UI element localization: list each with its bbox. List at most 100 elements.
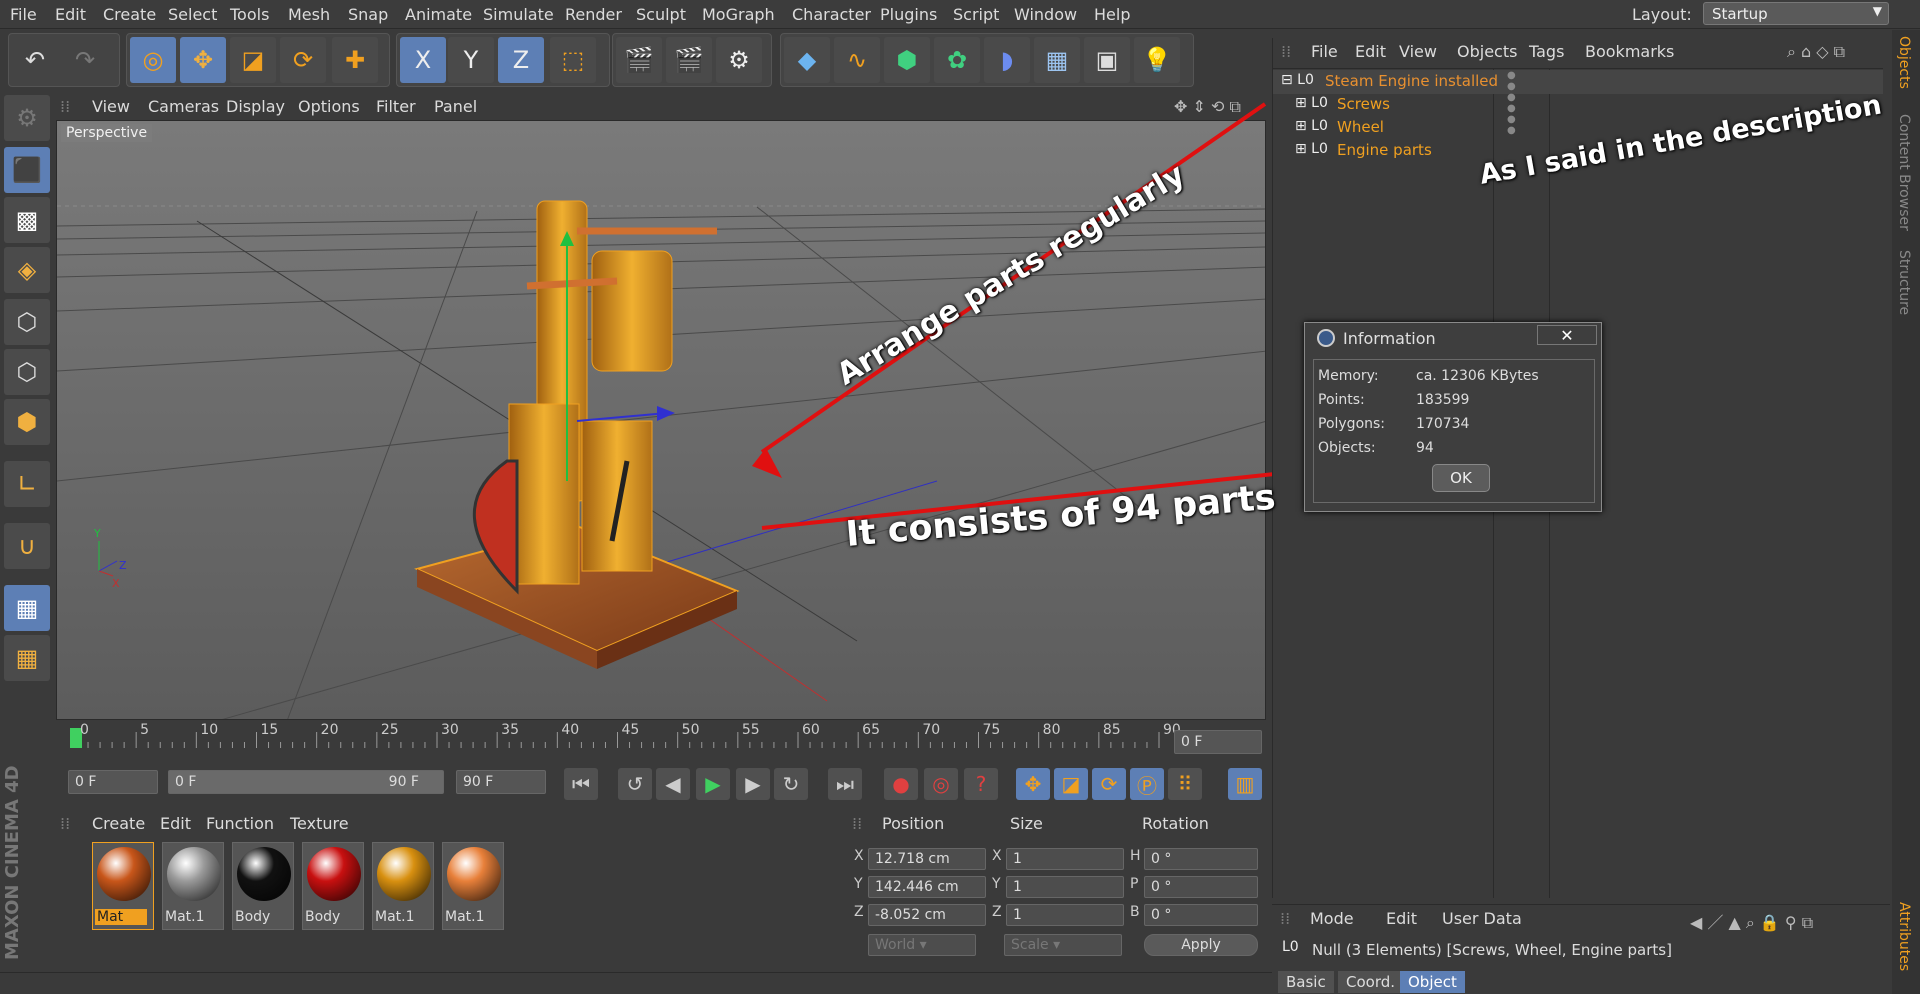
material-menu-texture[interactable]: Texture: [290, 814, 349, 833]
tab-coord[interactable]: Coord.: [1338, 971, 1404, 993]
material-menu-function[interactable]: Function: [206, 814, 274, 833]
size-field[interactable]: 1: [1006, 904, 1124, 926]
edges-mode-icon[interactable]: ⬡: [4, 349, 50, 395]
menu-file[interactable]: File: [10, 5, 37, 24]
object-menu-view[interactable]: View: [1399, 42, 1437, 61]
end-frame-field[interactable]: 90 F: [456, 770, 546, 794]
autokey-icon[interactable]: ◎: [924, 768, 958, 800]
menu-simulate[interactable]: Simulate: [483, 5, 554, 24]
model-mode-icon[interactable]: ⬛: [4, 147, 50, 193]
x-axis-lock-button[interactable]: X: [400, 37, 446, 83]
previous-frame-icon[interactable]: ◀: [656, 768, 690, 800]
close-button[interactable]: ✕: [1537, 325, 1597, 345]
go-to-next-key-icon[interactable]: ↻: [774, 768, 808, 800]
workplane-lock-icon[interactable]: ▦: [4, 585, 50, 631]
help-icon[interactable]: ?: [964, 768, 998, 800]
rotate-icon[interactable]: ⟳: [280, 37, 326, 83]
add-transform-icon[interactable]: ✚: [332, 37, 378, 83]
viewport-menu-panel[interactable]: Panel: [434, 97, 477, 116]
size-field[interactable]: 1: [1006, 876, 1124, 898]
expand-icon[interactable]: ⊞ L0: [1295, 141, 1328, 157]
visibility-dots[interactable]: ● ● ● ● ● ●: [1507, 70, 1516, 136]
layout-select[interactable]: Startup ▼: [1703, 2, 1889, 25]
attribute-menu-edit[interactable]: Edit: [1386, 909, 1417, 928]
menu-script[interactable]: Script: [953, 5, 999, 24]
go-to-end-icon[interactable]: ⏭: [828, 768, 862, 800]
menu-render[interactable]: Render: [565, 5, 622, 24]
coord-system-select[interactable]: World ▾: [868, 934, 976, 956]
key-position-icon[interactable]: ✥: [1016, 768, 1050, 800]
workplane-mode-icon[interactable]: ◈: [4, 247, 50, 293]
snap-icon[interactable]: ∪: [4, 523, 50, 569]
material-swatch[interactable]: Mat.1: [442, 842, 504, 930]
object-menu-tags[interactable]: Tags: [1529, 42, 1564, 61]
menu-snap[interactable]: Snap: [348, 5, 388, 24]
object-wheel[interactable]: Wheel: [1337, 118, 1384, 136]
attribute-menu-mode[interactable]: Mode: [1310, 909, 1354, 928]
side-tab-content-browser[interactable]: Content Browser: [1896, 114, 1912, 231]
size-field[interactable]: 1: [1006, 848, 1124, 870]
side-tab-objects[interactable]: Objects: [1896, 36, 1912, 89]
move-icon[interactable]: ✥: [180, 37, 226, 83]
object-menu-objects[interactable]: Objects: [1457, 42, 1517, 61]
timeline[interactable]: 0 5 10 15 20 25 30 35 40 45 50 55 60 65 70 75 80 85 90 0 F: [56, 722, 1266, 760]
viewport-nav-icons[interactable]: ✥ ⇕ ⟲ ⧉: [1174, 97, 1241, 117]
y-axis-lock-button[interactable]: Y: [448, 37, 494, 83]
material-swatch[interactable]: Mat: [92, 842, 154, 930]
menu-mesh[interactable]: Mesh: [288, 5, 330, 24]
menu-sculpt[interactable]: Sculpt: [636, 5, 686, 24]
camera-icon[interactable]: ▣: [1084, 37, 1130, 83]
frame-range-slider[interactable]: 0 F 90 F: [168, 770, 444, 794]
apply-button[interactable]: Apply: [1144, 934, 1258, 956]
z-axis-lock-button[interactable]: Z: [498, 37, 544, 83]
expand-icon[interactable]: ⊞ L0: [1295, 118, 1328, 134]
object-screws[interactable]: Screws: [1337, 95, 1390, 113]
viewport-menu-display[interactable]: Display: [226, 97, 285, 116]
attribute-nav-icons[interactable]: ◀ ／ ▲ ⌕ 🔒 ⚲ ⧉: [1690, 909, 1813, 933]
go-to-previous-key-icon[interactable]: ↺: [618, 768, 652, 800]
axis-mode-icon[interactable]: ∟: [4, 461, 50, 507]
side-tab-structure[interactable]: Structure: [1896, 250, 1912, 315]
make-editable-icon[interactable]: ⚙: [4, 95, 50, 141]
side-tab-attributes[interactable]: Attributes: [1896, 902, 1912, 971]
current-frame-field[interactable]: 0 F: [1174, 730, 1262, 754]
play-icon[interactable]: ▶: [696, 768, 730, 800]
cube-icon[interactable]: ◆: [784, 37, 830, 83]
deformer-icon[interactable]: ◗: [984, 37, 1030, 83]
key-parameter-icon[interactable]: Ⓟ: [1130, 768, 1164, 800]
viewport-menu-filter[interactable]: Filter: [376, 97, 416, 116]
position-field[interactable]: -8.052 cm: [868, 904, 986, 926]
key-rotation-icon[interactable]: ⟳: [1092, 768, 1126, 800]
attribute-menu-user-data[interactable]: User Data: [1442, 909, 1522, 928]
object-menu-bookmarks[interactable]: Bookmarks: [1585, 42, 1674, 61]
render-view-icon[interactable]: 🎬: [616, 37, 662, 83]
array-icon[interactable]: ✿: [934, 37, 980, 83]
menu-window[interactable]: Window: [1014, 5, 1077, 24]
collapse-icon[interactable]: ⊟ L0: [1281, 72, 1314, 88]
spline-icon[interactable]: ∿: [834, 37, 880, 83]
coordinate-system-icon[interactable]: ⬚: [550, 37, 596, 83]
position-field[interactable]: 142.446 cm: [868, 876, 986, 898]
subdivision-icon[interactable]: ⬢: [884, 37, 930, 83]
record-icon[interactable]: ●: [884, 768, 918, 800]
menu-tools[interactable]: Tools: [230, 5, 269, 24]
menu-create[interactable]: Create: [103, 5, 156, 24]
menu-edit[interactable]: Edit: [55, 5, 86, 24]
material-swatch[interactable]: Mat.1: [162, 842, 224, 930]
redo-icon[interactable]: ↷: [62, 37, 108, 83]
timeline-icon[interactable]: ▥: [1228, 768, 1262, 800]
points-mode-icon[interactable]: ⬡: [4, 299, 50, 345]
ok-button[interactable]: OK: [1432, 464, 1490, 492]
object-manager-tool-icons[interactable]: ⌕ ⌂ ◇ ⧉: [1787, 42, 1845, 62]
key-scale-icon[interactable]: ◪: [1054, 768, 1088, 800]
material-menu-edit[interactable]: Edit: [160, 814, 191, 833]
solo-icon[interactable]: ▦: [4, 635, 50, 681]
polygons-mode-icon[interactable]: ⬢: [4, 399, 50, 445]
expand-icon[interactable]: ⊞ L0: [1295, 95, 1328, 111]
scale-icon[interactable]: ◪: [230, 37, 276, 83]
render-settings-icon[interactable]: ⚙: [716, 37, 762, 83]
rotation-field[interactable]: 0 °: [1144, 876, 1258, 898]
menu-animate[interactable]: Animate: [405, 5, 472, 24]
go-to-start-icon[interactable]: ⏮: [564, 768, 598, 800]
tab-object[interactable]: Object: [1400, 971, 1465, 993]
